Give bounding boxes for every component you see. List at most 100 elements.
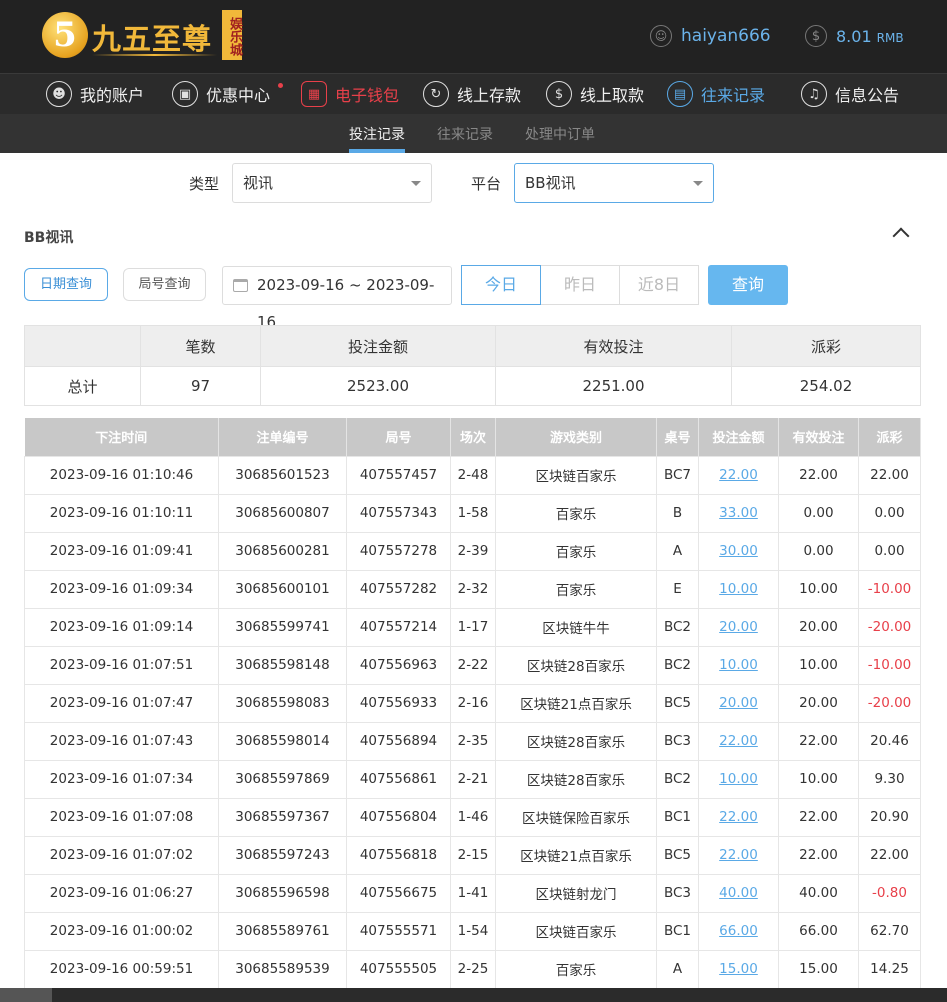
nav-promotions[interactable]: ▣ 优惠中心 [172, 80, 270, 108]
bet-amount-link[interactable]: 10.00 [698, 759, 779, 799]
nav-e-wallet[interactable]: ▦ 电子钱包 [301, 80, 399, 108]
table-cell: 百家乐 [495, 949, 657, 989]
table-cell: 区块链百家乐 [495, 911, 657, 951]
nav-my-account[interactable]: ☻ 我的账户 [46, 80, 144, 108]
tab-bet-records[interactable]: 投注记录 [349, 124, 405, 144]
table-cell: 2-32 [450, 569, 496, 609]
table-row: 2023-09-16 01:00:02 30685589761 407555571 1… [24, 911, 921, 951]
bet-amount-link[interactable]: 22.00 [698, 721, 779, 761]
platform-select[interactable]: BB视讯 [514, 163, 714, 203]
table-cell: BC3 [656, 873, 699, 913]
table-cell: -20.00 [858, 607, 921, 647]
user-info[interactable]: ☺ haiyan666 [650, 22, 771, 50]
caret-down-icon [693, 181, 703, 186]
table-cell: BC1 [656, 911, 699, 951]
table-cell: 2023-09-16 01:07:47 [24, 683, 219, 723]
table-cell: 407555571 [346, 911, 451, 951]
nav-announcements[interactable]: ♫ 信息公告 [801, 80, 899, 108]
bet-amount-link[interactable]: 15.00 [698, 949, 779, 989]
notification-dot [278, 83, 283, 88]
table-cell: 20.90 [858, 797, 921, 837]
platform-label: 平台 [471, 175, 502, 193]
table-cell: 区块链28百家乐 [495, 721, 657, 761]
nav-online-withdraw[interactable]: $ 线上取款 [546, 80, 644, 108]
section-title: BB视讯 [24, 230, 74, 246]
summary-header-cell: 笔数 [140, 325, 261, 367]
bet-amount-link[interactable]: 22.00 [698, 455, 779, 495]
table-cell: B [656, 493, 699, 533]
table-cell: 30685598014 [218, 721, 347, 761]
table-row: 2023-09-16 01:06:27 30685596598 407556675 1… [24, 873, 921, 913]
records-header-cell: 桌号 [656, 418, 699, 456]
bet-amount-link[interactable]: 22.00 [698, 835, 779, 875]
bet-amount-link[interactable]: 10.00 [698, 569, 779, 609]
wallet-icon: ▦ [301, 81, 327, 107]
horizontal-scrollbar[interactable] [0, 988, 947, 1002]
table-cell: 40.00 [778, 873, 859, 913]
table-cell: 区块链保险百家乐 [495, 797, 657, 837]
last-8-days-button[interactable]: 近8日 [619, 265, 699, 305]
bet-amount-link[interactable]: 40.00 [698, 873, 779, 913]
bet-amount-link[interactable]: 66.00 [698, 911, 779, 951]
username: haiyan666 [681, 26, 771, 46]
table-cell: 15.00 [778, 949, 859, 989]
bet-amount-link[interactable]: 22.00 [698, 797, 779, 837]
records-header-cell: 有效投注 [778, 418, 859, 456]
table-cell: 2-21 [450, 759, 496, 799]
table-row: 2023-09-16 01:07:02 30685597243 407556818 2… [24, 835, 921, 875]
bell-icon: ♫ [801, 81, 827, 107]
records-icon: ▤ [667, 81, 693, 107]
tab-transactions[interactable]: 往来记录 [437, 124, 493, 144]
platform-select-value: BB视讯 [525, 174, 576, 192]
main-nav: ☻ 我的账户 ▣ 优惠中心 ▦ 电子钱包 ↻ 线上存款 $ 线上取款 ▤ 往来记… [0, 73, 947, 114]
table-cell: 30685596598 [218, 873, 347, 913]
table-cell: 区块链28百家乐 [495, 759, 657, 799]
table-cell: BC5 [656, 835, 699, 875]
bet-amount-link[interactable]: 30.00 [698, 531, 779, 571]
records-header-cell: 注单编号 [218, 418, 347, 456]
table-cell: 百家乐 [495, 493, 657, 533]
bet-amount-link[interactable]: 20.00 [698, 683, 779, 723]
yesterday-button[interactable]: 昨日 [540, 265, 620, 305]
nav-online-deposit[interactable]: ↻ 线上存款 [423, 80, 521, 108]
user-icon: ☻ [46, 81, 72, 107]
table-cell: 1-17 [450, 607, 496, 647]
table-cell: 407556818 [346, 835, 451, 875]
today-button[interactable]: 今日 [461, 265, 541, 305]
bet-amount-link[interactable]: 20.00 [698, 607, 779, 647]
table-cell: 407557278 [346, 531, 451, 571]
scrollbar-thumb[interactable] [0, 988, 52, 1002]
table-cell: 2-35 [450, 721, 496, 761]
table-cell: 407556963 [346, 645, 451, 685]
table-cell: 66.00 [778, 911, 859, 951]
site-logo[interactable]: 5 九五至尊 娱乐城 [42, 10, 247, 62]
search-button[interactable]: 查询 [708, 265, 788, 305]
date-query-button[interactable]: 日期查询 [24, 268, 108, 301]
summary-cell: 254.02 [731, 366, 921, 406]
round-query-button[interactable]: 局号查询 [123, 268, 206, 301]
nav-records[interactable]: ▤ 往来记录 [667, 80, 765, 108]
nav-label: 我的账户 [80, 86, 145, 105]
chevron-up-icon[interactable] [892, 227, 910, 245]
table-cell: 2-48 [450, 455, 496, 495]
table-cell: 9.30 [858, 759, 921, 799]
summary-cell: 97 [140, 366, 261, 406]
type-select[interactable]: 视讯 [232, 163, 432, 203]
table-cell: 30685599741 [218, 607, 347, 647]
table-cell: 2023-09-16 01:07:51 [24, 645, 219, 685]
table-cell: 30685589539 [218, 949, 347, 989]
summary-header-cell [24, 325, 141, 367]
table-cell: 30685601523 [218, 455, 347, 495]
tab-pending-orders[interactable]: 处理中订单 [525, 124, 595, 144]
table-cell: 0.00 [858, 531, 921, 571]
table-cell: 22.00 [778, 835, 859, 875]
table-cell: 百家乐 [495, 531, 657, 571]
bet-amount-link[interactable]: 33.00 [698, 493, 779, 533]
date-range-input[interactable]: 2023-09-16 ~ 2023-09-16 [222, 266, 452, 331]
summary-cell: 总计 [24, 366, 141, 406]
bet-amount-link[interactable]: 10.00 [698, 645, 779, 685]
table-row: 2023-09-16 01:07:34 30685597869 407556861 2… [24, 759, 921, 799]
summary-header-cell: 投注金额 [260, 325, 496, 367]
table-cell: A [656, 949, 699, 989]
balance-info[interactable]: $ 8.01 RMB [805, 22, 904, 50]
